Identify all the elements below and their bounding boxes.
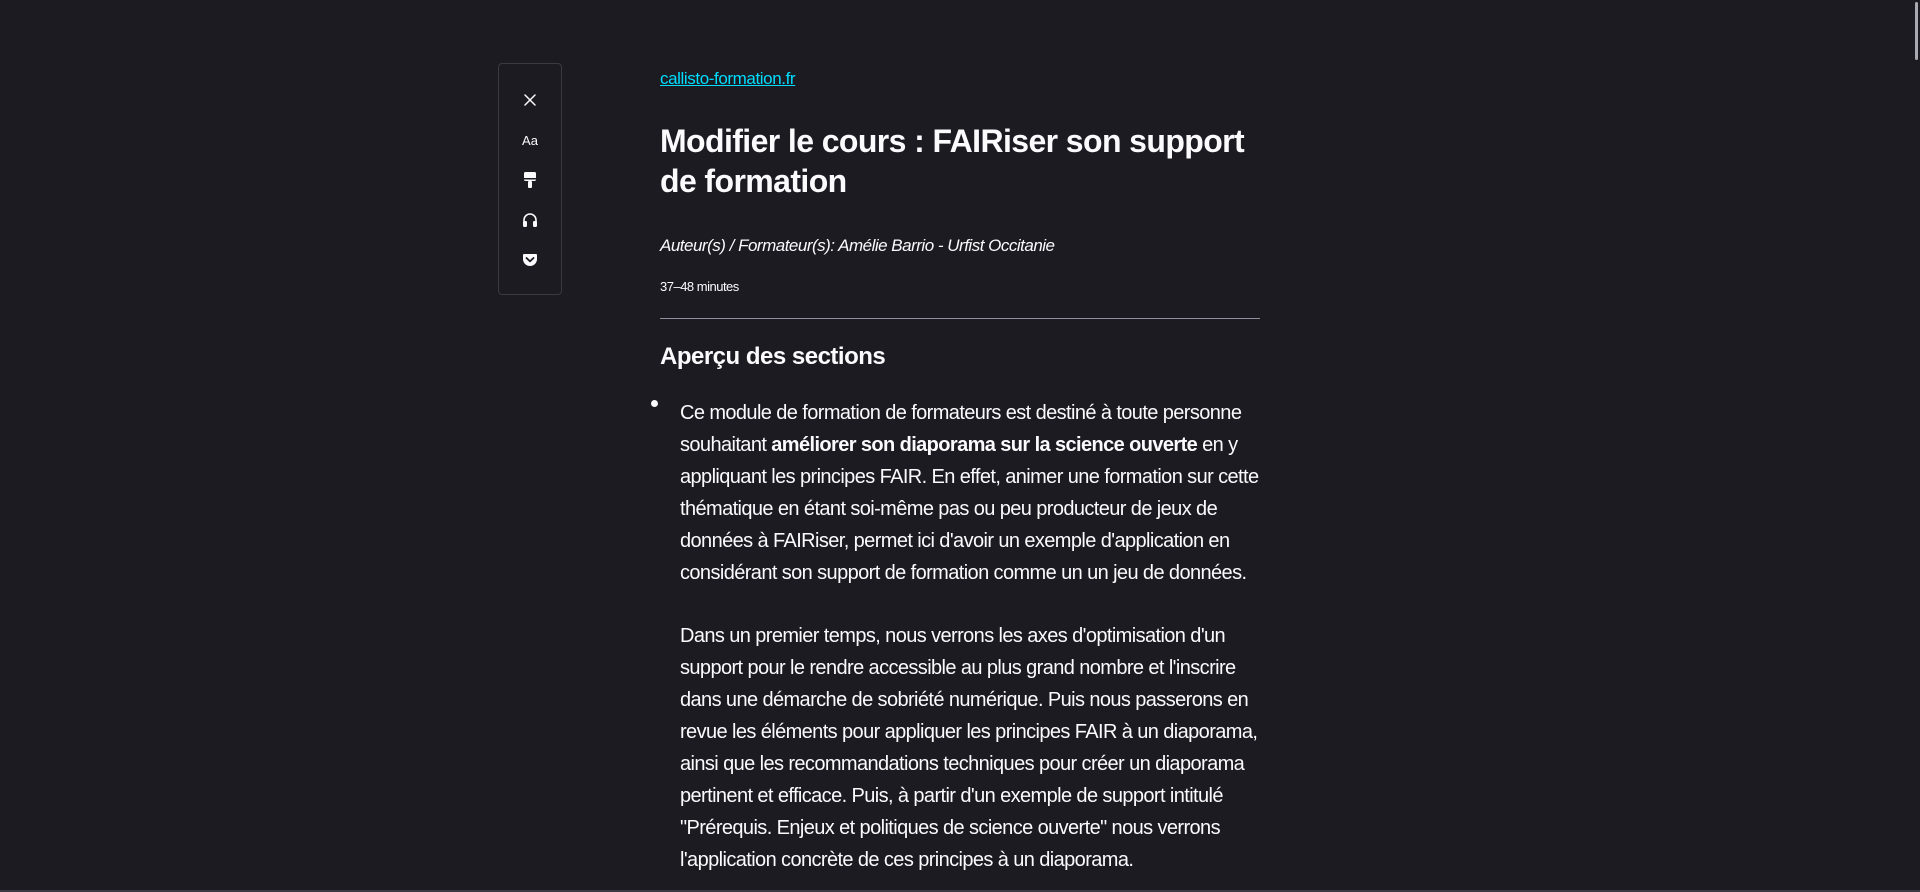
paint-brush-icon	[524, 172, 536, 188]
description-paragraph-1: Ce module de formation de formateurs est…	[680, 402, 1259, 584]
header-divider	[660, 318, 1260, 319]
emphasis-text: améliorer son diaporama sur la science o…	[771, 434, 1198, 456]
save-to-pocket-button[interactable]	[499, 244, 561, 276]
scrollbar-thumb[interactable]	[1915, 2, 1918, 60]
section-heading: Aperçu des sections	[660, 343, 886, 370]
list-bullet	[651, 400, 658, 407]
headphones-icon	[523, 213, 537, 227]
text-size-icon: Aa	[522, 132, 538, 148]
reading-time: 37–48 minutes	[660, 279, 739, 294]
close-reader-button[interactable]	[499, 84, 561, 116]
theme-button[interactable]	[499, 164, 561, 196]
narrate-button[interactable]	[499, 204, 561, 236]
close-icon	[524, 94, 536, 106]
text-layout-button[interactable]: Aa	[499, 124, 561, 156]
description-paragraph-2: Dans un premier temps, nous verrons les …	[680, 625, 1258, 871]
article-title: Modifier le cours : FAIRiser son support…	[660, 123, 1245, 199]
pocket-icon	[523, 254, 537, 266]
article-credits: Auteur(s) / Formateur(s): Amélie Barrio …	[660, 236, 1055, 255]
reader-toolbar: Aa	[498, 63, 562, 295]
page-scrollbar[interactable]	[1912, 0, 1920, 892]
article-domain-link[interactable]: callisto-formation.fr	[660, 69, 796, 89]
